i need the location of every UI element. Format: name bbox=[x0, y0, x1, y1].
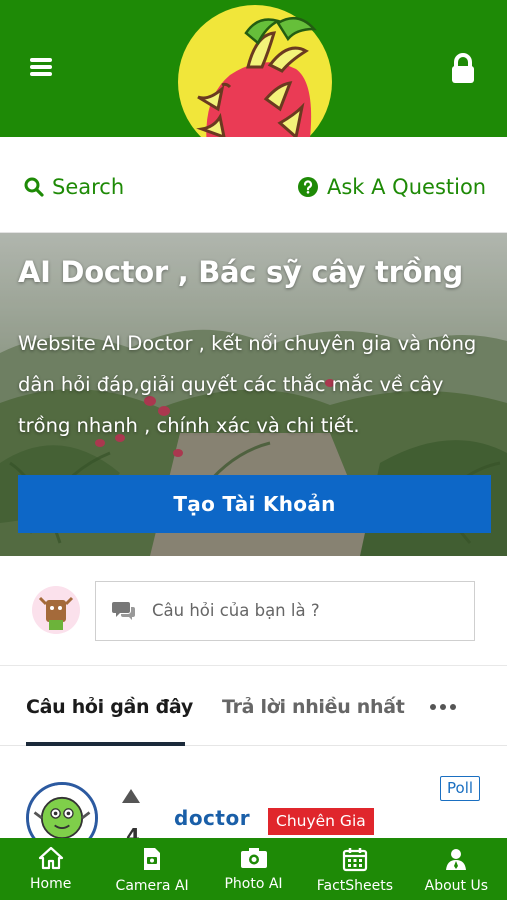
ask-question-row: Câu hỏi của bạn là ? bbox=[0, 556, 507, 666]
app-header bbox=[0, 0, 507, 137]
question-circle-icon bbox=[298, 177, 318, 197]
upvote-triangle-icon[interactable] bbox=[121, 788, 141, 804]
create-account-button[interactable]: Tạo Tài Khoản bbox=[18, 475, 491, 533]
nav-photo-ai[interactable]: Photo AI bbox=[203, 838, 304, 900]
question-tabs: Câu hỏi gần đây Trả lời nhiều nhất bbox=[0, 666, 507, 746]
nav-factsheets-label: FactSheets bbox=[316, 878, 394, 894]
search-icon bbox=[24, 177, 44, 197]
nav-about-us-label: About Us bbox=[424, 878, 489, 894]
menu-icon-bar-3 bbox=[30, 72, 52, 76]
hero-title: AI Doctor , Bác sỹ cây trồng bbox=[18, 255, 463, 289]
comments-icon bbox=[112, 602, 135, 620]
more-dot-1 bbox=[430, 704, 436, 710]
action-bar: Search Ask A Question bbox=[0, 137, 507, 233]
about-user-icon bbox=[446, 849, 467, 870]
poll-badge[interactable]: Poll bbox=[440, 776, 481, 801]
question-card: 4 doctor Chuyên Gia Poll bbox=[0, 746, 507, 854]
more-dots-icon[interactable] bbox=[430, 704, 456, 710]
nav-about-us[interactable]: About Us bbox=[406, 838, 507, 900]
camera-ai-icon bbox=[144, 848, 161, 870]
more-dot-2 bbox=[440, 704, 446, 710]
question-input[interactable]: Câu hỏi của bạn là ? bbox=[95, 581, 475, 641]
menu-icon-bar-1 bbox=[30, 58, 52, 62]
menu-button[interactable] bbox=[30, 56, 58, 80]
search-label: Search bbox=[52, 175, 125, 199]
photo-camera-icon bbox=[240, 848, 267, 868]
expert-badge: Chuyên Gia bbox=[268, 808, 374, 835]
search-link[interactable]: Search bbox=[24, 173, 124, 201]
menu-icon-bar-2 bbox=[30, 65, 52, 69]
tab-most-answered[interactable]: Trả lời nhiều nhất bbox=[222, 696, 405, 718]
home-icon bbox=[38, 846, 63, 870]
nav-photo-ai-label: Photo AI bbox=[224, 876, 283, 892]
hero-banner: AI Doctor , Bác sỹ cây trồng Website AI … bbox=[0, 233, 507, 556]
bottom-navigation: Home Camera AI Photo AI FactSheets About… bbox=[0, 838, 507, 900]
nav-factsheets[interactable]: FactSheets bbox=[304, 838, 405, 900]
more-dot-3 bbox=[450, 704, 456, 710]
nav-camera-ai-label: Camera AI bbox=[115, 878, 189, 894]
ask-question-link[interactable]: Ask A Question bbox=[297, 173, 486, 201]
question-author-link[interactable]: doctor bbox=[174, 806, 250, 830]
dragon-fruit-logo[interactable] bbox=[178, 5, 332, 137]
nav-home-label: Home bbox=[30, 876, 72, 892]
nav-camera-ai[interactable]: Camera AI bbox=[101, 838, 202, 900]
nav-home[interactable]: Home bbox=[0, 838, 101, 900]
hero-description: Website AI Doctor , kết nối chuyên gia v… bbox=[18, 332, 477, 437]
calendar-icon bbox=[342, 848, 368, 872]
ask-question-label: Ask A Question bbox=[327, 175, 487, 199]
user-avatar[interactable] bbox=[32, 586, 80, 634]
question-input-placeholder: Câu hỏi của bạn là ? bbox=[152, 601, 320, 620]
tab-recent-questions[interactable]: Câu hỏi gần đây bbox=[26, 696, 193, 718]
lock-icon[interactable] bbox=[446, 52, 480, 86]
